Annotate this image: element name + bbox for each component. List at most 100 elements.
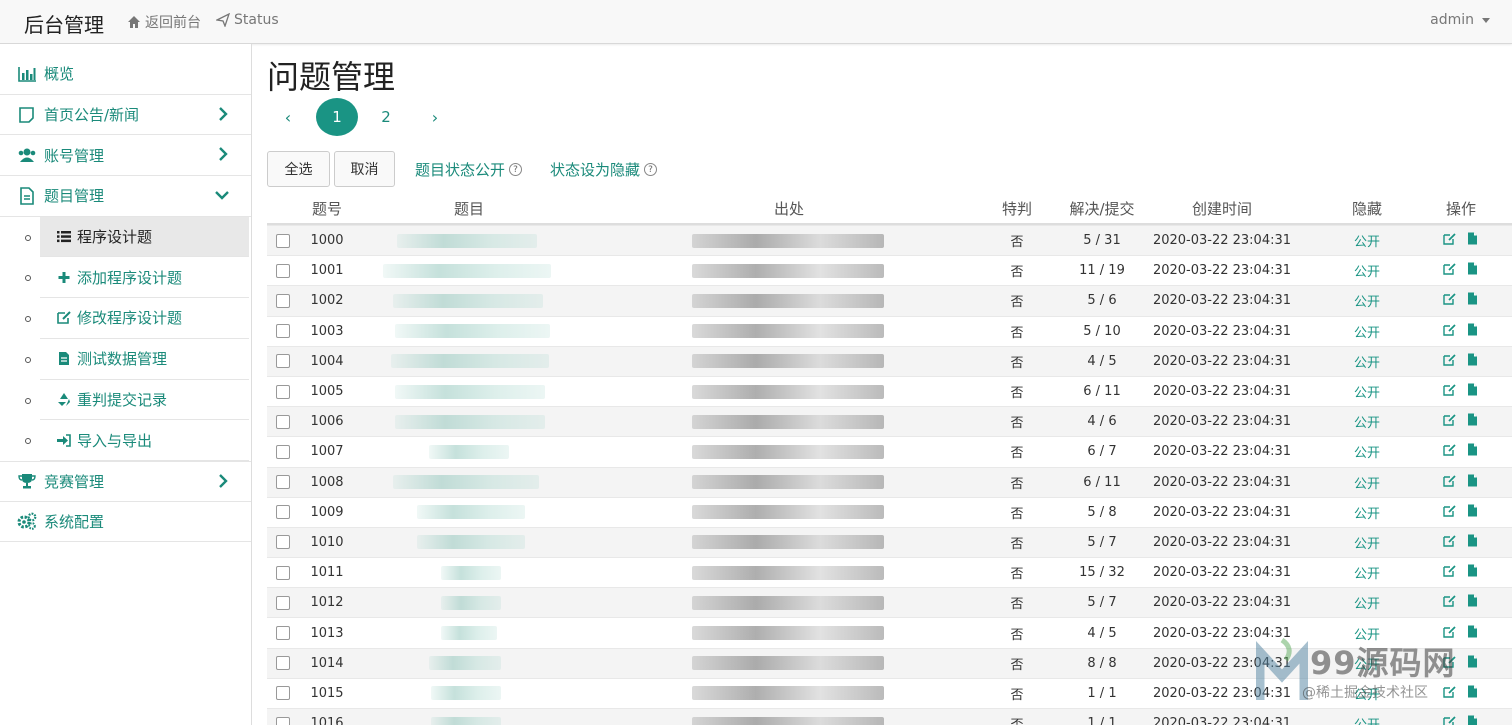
edit-icon[interactable]: [1443, 685, 1456, 702]
visibility-toggle[interactable]: 公开: [1337, 528, 1397, 557]
edit-icon[interactable]: [1443, 715, 1456, 725]
problem-title-redacted[interactable]: [417, 528, 525, 557]
problem-title-redacted[interactable]: [393, 286, 543, 315]
file-icon[interactable]: [1466, 292, 1479, 309]
visibility-toggle[interactable]: 公开: [1337, 256, 1397, 285]
checkbox[interactable]: [276, 233, 290, 248]
row-checkbox[interactable]: [275, 468, 291, 497]
checkbox[interactable]: [276, 354, 290, 369]
file-icon[interactable]: [1466, 594, 1479, 611]
problem-title-redacted[interactable]: [395, 317, 550, 346]
visibility-toggle[interactable]: 公开: [1337, 437, 1397, 466]
visibility-toggle[interactable]: 公开: [1337, 226, 1397, 255]
sidebar-subitem-problem-list[interactable]: 程序设计题: [0, 216, 251, 258]
row-checkbox[interactable]: [275, 437, 291, 466]
row-checkbox[interactable]: [275, 618, 291, 647]
checkbox[interactable]: [276, 475, 290, 490]
checkbox[interactable]: [276, 444, 290, 459]
visibility-toggle[interactable]: 公开: [1337, 618, 1397, 647]
table-row[interactable]: 1013 否 4 / 5 2020-03-22 23:04:31 公开: [267, 617, 1512, 647]
checkbox[interactable]: [276, 535, 290, 550]
problem-title-redacted[interactable]: [393, 468, 539, 497]
visibility-toggle[interactable]: 公开: [1337, 649, 1397, 678]
visibility-toggle[interactable]: 公开: [1337, 377, 1397, 406]
problem-title-redacted[interactable]: [417, 498, 525, 527]
row-checkbox[interactable]: [275, 286, 291, 315]
row-checkbox[interactable]: [275, 528, 291, 557]
table-row[interactable]: 1014 否 8 / 8 2020-03-22 23:04:31 公开: [267, 647, 1512, 678]
sidebar-subitem-import-export[interactable]: 导入与导出: [0, 420, 251, 461]
select-all-button[interactable]: 全选: [267, 151, 330, 187]
row-checkbox[interactable]: [275, 498, 291, 527]
visibility-toggle[interactable]: 公开: [1337, 468, 1397, 497]
pager-next-button[interactable]: ›: [414, 98, 456, 136]
row-checkbox[interactable]: [275, 377, 291, 406]
checkbox[interactable]: [276, 293, 290, 308]
table-row[interactable]: 1001 否 11 / 19 2020-03-22 23:04:31 公开: [267, 255, 1512, 285]
edit-icon[interactable]: [1443, 383, 1456, 400]
checkbox[interactable]: [276, 656, 290, 671]
problem-title-redacted[interactable]: [429, 437, 509, 466]
file-icon[interactable]: [1466, 715, 1479, 725]
problem-title-redacted[interactable]: [383, 256, 551, 285]
table-row[interactable]: 1008 否 6 / 11 2020-03-22 23:04:31 公开: [267, 466, 1512, 497]
table-row[interactable]: 1012 否 5 / 7 2020-03-22 23:04:31 公开: [267, 587, 1512, 618]
edit-icon[interactable]: [1443, 504, 1456, 521]
edit-icon[interactable]: [1443, 232, 1456, 249]
brand-title[interactable]: 后台管理: [24, 9, 104, 38]
row-checkbox[interactable]: [275, 558, 291, 587]
sidebar-subitem-rejudge[interactable]: 重判提交记录: [0, 380, 251, 421]
visibility-toggle[interactable]: 公开: [1337, 286, 1397, 315]
edit-icon[interactable]: [1443, 323, 1456, 340]
checkbox[interactable]: [276, 505, 290, 520]
pager-page-2[interactable]: 2: [365, 98, 407, 136]
row-checkbox[interactable]: [275, 256, 291, 285]
sidebar-subitem-testdata[interactable]: 测试数据管理: [0, 339, 251, 380]
edit-icon[interactable]: [1443, 655, 1456, 672]
table-row[interactable]: 1006 否 4 / 6 2020-03-22 23:04:31 公开: [267, 406, 1512, 437]
edit-icon[interactable]: [1443, 262, 1456, 279]
visibility-toggle[interactable]: 公开: [1337, 407, 1397, 436]
table-row[interactable]: 1003 否 5 / 10 2020-03-22 23:04:31 公开: [267, 315, 1512, 346]
visibility-toggle[interactable]: 公开: [1337, 347, 1397, 376]
sidebar-item-problems[interactable]: 题目管理: [0, 176, 251, 217]
visibility-toggle[interactable]: 公开: [1337, 709, 1397, 725]
file-icon[interactable]: [1466, 232, 1479, 249]
set-hidden-button[interactable]: 状态设为隐藏 ?: [550, 159, 658, 180]
sidebar-item-overview[interactable]: 概览: [0, 54, 251, 95]
edit-icon[interactable]: [1443, 625, 1456, 642]
cancel-button[interactable]: 取消: [334, 151, 395, 187]
table-row[interactable]: 1016 否 1 / 1 2020-03-22 23:04:31 公开: [267, 708, 1512, 725]
nav-link-status[interactable]: Status: [216, 12, 279, 28]
sidebar-item-contests[interactable]: 竞赛管理: [0, 460, 251, 502]
checkbox[interactable]: [276, 414, 290, 429]
file-icon[interactable]: [1466, 625, 1479, 642]
set-public-button[interactable]: 题目状态公开 ?: [415, 159, 523, 180]
pager-page-1[interactable]: 1: [316, 98, 358, 136]
table-row[interactable]: 1005 否 6 / 11 2020-03-22 23:04:31 公开: [267, 375, 1512, 406]
visibility-toggle[interactable]: 公开: [1337, 317, 1397, 346]
sidebar-item-settings[interactable]: 系统配置: [0, 502, 251, 543]
file-icon[interactable]: [1466, 504, 1479, 521]
file-icon[interactable]: [1466, 564, 1479, 581]
row-checkbox[interactable]: [275, 407, 291, 436]
table-row[interactable]: 1009 否 5 / 8 2020-03-22 23:04:31 公开: [267, 496, 1512, 527]
table-row[interactable]: 1004 否 4 / 5 2020-03-22 23:04:31 公开: [267, 345, 1512, 376]
visibility-toggle[interactable]: 公开: [1337, 679, 1397, 708]
checkbox[interactable]: [276, 384, 290, 399]
nav-link-home[interactable]: 返回前台: [127, 12, 201, 32]
table-row[interactable]: 1010 否 5 / 7 2020-03-22 23:04:31 公开: [267, 526, 1512, 558]
sidebar-item-accounts[interactable]: 账号管理: [0, 135, 251, 177]
problem-title-redacted[interactable]: [395, 377, 545, 406]
sidebar-item-news[interactable]: 首页公告/新闻: [0, 95, 251, 136]
row-checkbox[interactable]: [275, 709, 291, 725]
edit-icon[interactable]: [1443, 534, 1456, 551]
edit-icon[interactable]: [1443, 413, 1456, 430]
problem-title-redacted[interactable]: [391, 347, 549, 376]
checkbox[interactable]: [276, 716, 290, 725]
file-icon[interactable]: [1466, 685, 1479, 702]
problem-title-redacted[interactable]: [397, 226, 537, 255]
row-checkbox[interactable]: [275, 347, 291, 376]
edit-icon[interactable]: [1443, 443, 1456, 460]
problem-title-redacted[interactable]: [395, 407, 545, 436]
